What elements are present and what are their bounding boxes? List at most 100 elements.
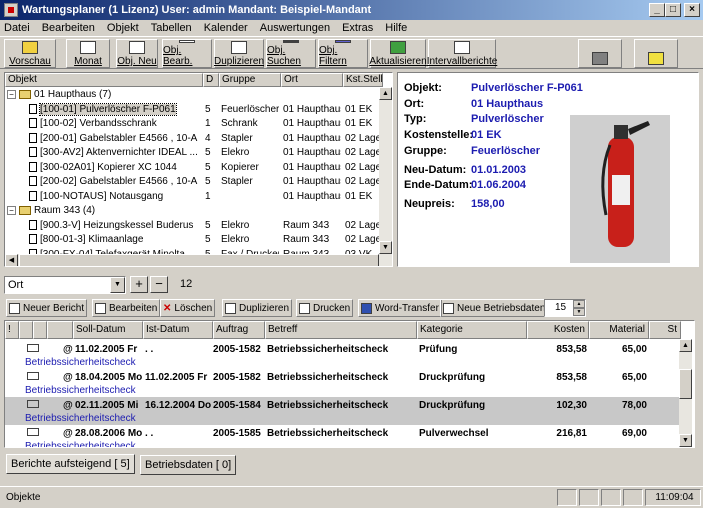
close-button[interactable]: × bbox=[684, 3, 700, 17]
col-header-st[interactable]: St bbox=[649, 321, 681, 339]
collapse-button[interactable]: − bbox=[150, 276, 168, 293]
table-row[interactable]: @11.02.2005 Fr . . 2005-1582 Betriebssicher… bbox=[5, 341, 681, 369]
tree-item[interactable]: [300-AV2] Aktenvernichter IDEAL ... 5 Elek… bbox=[5, 146, 385, 160]
help-button[interactable] bbox=[634, 39, 678, 68]
tab-reports[interactable]: Berichte aufsteigend [ 5] bbox=[6, 454, 135, 474]
tree-item[interactable]: [100-02] Verbandsschrank 1 Schrank 01 Haupt… bbox=[5, 117, 385, 131]
col-header-d[interactable]: D bbox=[203, 73, 219, 87]
expand-button[interactable]: + bbox=[130, 276, 148, 293]
tree-item[interactable]: [100-NOTAUS] Notausgang 1 01 Haupthaus 01 E… bbox=[5, 190, 385, 204]
cell-kosten: 853,58 bbox=[556, 344, 587, 355]
title-bar: Wartungsplaner (1 Lizenz) User: admin Ma… bbox=[0, 0, 703, 20]
preview-button[interactable]: Vorschau bbox=[4, 39, 56, 68]
table-row[interactable]: @02.11.2005 Mi 16.12.2004 Do 2005-1584 Betr… bbox=[5, 397, 681, 425]
chevron-down-icon[interactable]: ▼ bbox=[110, 277, 125, 293]
col-header-kst[interactable]: Kst.Stell bbox=[343, 73, 383, 87]
menu-tabellen[interactable]: Tabellen bbox=[151, 22, 192, 34]
grid-scroll-thumb[interactable] bbox=[679, 369, 692, 399]
menu-auswertungen[interactable]: Auswertungen bbox=[260, 22, 330, 34]
tree-group[interactable]: − 01 Haupthaus (7) bbox=[5, 88, 385, 102]
menu-bearbeiten[interactable]: Bearbeiten bbox=[42, 22, 95, 34]
group-by-combo[interactable]: Ort ▼ bbox=[4, 276, 126, 294]
delete-report-button[interactable]: ✕ Löschen bbox=[160, 299, 216, 317]
document-icon bbox=[29, 219, 37, 230]
scroll-left-icon[interactable]: ◀ bbox=[5, 254, 18, 266]
new-report-button[interactable]: Neuer Bericht bbox=[6, 299, 88, 317]
cell-auftrag: 2005-1585 bbox=[213, 428, 261, 439]
maximize-button[interactable]: □ bbox=[665, 3, 681, 17]
tree-item-gruppe: Elekro bbox=[221, 147, 250, 158]
report-toolbar: Neuer Bericht Bearbeiten ✕ Löschen Dupliz… bbox=[4, 298, 699, 319]
interval-reports-label: Intervallberichte bbox=[426, 56, 498, 67]
col-header-objekt[interactable]: Objekt bbox=[5, 73, 203, 87]
col-header-priority[interactable]: ! bbox=[5, 321, 19, 339]
print-button[interactable]: Drucken bbox=[296, 299, 354, 317]
tree-hscroll-thumb[interactable] bbox=[19, 254, 379, 266]
col-header-kategorie[interactable]: Kategorie bbox=[417, 321, 527, 339]
tree-vscroll[interactable]: ▲ ▼ bbox=[379, 87, 392, 254]
duplicate-report-button[interactable]: Duplizieren bbox=[222, 299, 293, 317]
tree-hscroll[interactable]: ◀ ▶ bbox=[5, 254, 392, 266]
menu-datei[interactable]: Datei bbox=[4, 22, 30, 34]
menu-objekt[interactable]: Objekt bbox=[107, 22, 139, 34]
collapse-icon[interactable]: − bbox=[7, 89, 16, 99]
tree-item[interactable]: [200-01] Gabelstabler E4566 , 10-A 4 Stapl… bbox=[5, 132, 385, 146]
table-row[interactable]: @18.04.2005 Mo 11.02.2005 Fr 2005-1582 Betr… bbox=[5, 369, 681, 397]
new-operating-data-button[interactable]: Neue Betriebsdaten bbox=[440, 299, 549, 317]
search-object-button[interactable]: Obj. Suchen bbox=[266, 39, 316, 68]
col-header-ist[interactable]: Ist-Datum bbox=[143, 321, 213, 339]
new-object-button[interactable]: Obj. Neu bbox=[116, 39, 158, 68]
interval-reports-button[interactable]: Intervallberichte bbox=[426, 39, 498, 68]
col-header-auftrag[interactable]: Auftrag bbox=[213, 321, 265, 339]
scroll-up-icon[interactable]: ▲ bbox=[379, 87, 392, 100]
filter-object-button[interactable]: Obj. Filtern bbox=[318, 39, 368, 68]
col-header-material[interactable]: Material bbox=[589, 321, 649, 339]
tree-item[interactable]: [100-01] Pulverlöscher F-P061 5 Feuerlösch… bbox=[5, 102, 385, 117]
spin-up-icon[interactable]: ▲ bbox=[573, 300, 585, 308]
app-icon bbox=[4, 3, 18, 17]
word-transfer-button[interactable]: Word-Transfer bbox=[358, 299, 442, 317]
collapse-icon[interactable]: − bbox=[7, 205, 16, 215]
cell-kosten: 853,58 bbox=[556, 372, 587, 383]
tab-operating-data[interactable]: Betriebsdaten [ 0] bbox=[140, 455, 237, 475]
cell-kategorie: Prüfung bbox=[419, 344, 458, 355]
tree-item-ort: 01 Haupthaus bbox=[283, 161, 341, 173]
col-header-ort[interactable]: Ort bbox=[281, 73, 343, 87]
col-header-filter-icon[interactable] bbox=[33, 321, 47, 339]
detail-value: 01.01.2003 bbox=[471, 163, 527, 176]
preview-icon bbox=[22, 41, 38, 54]
detail-label: Objekt: bbox=[404, 82, 442, 94]
grid-vscroll[interactable]: ▲ ▼ bbox=[679, 339, 692, 447]
grid-scroll-down-icon[interactable]: ▼ bbox=[679, 434, 692, 447]
tree-item-gruppe: Elekro bbox=[221, 219, 250, 231]
col-header-doc-icon[interactable] bbox=[19, 321, 33, 339]
menu-hilfe[interactable]: Hilfe bbox=[385, 22, 407, 34]
col-header-soll[interactable]: Soll-Datum bbox=[73, 321, 143, 339]
edit-report-button[interactable]: Bearbeiten bbox=[92, 299, 161, 317]
table-row[interactable]: @28.08.2006 Mo. . 2005-1585 Betriebssicher… bbox=[5, 425, 681, 447]
duplicate-button[interactable]: Duplizieren bbox=[214, 39, 264, 68]
detail-label: Typ: bbox=[404, 113, 427, 126]
tools-button[interactable] bbox=[578, 39, 622, 68]
col-header-attachment-icon[interactable] bbox=[47, 321, 73, 339]
col-header-gruppe[interactable]: Gruppe bbox=[219, 73, 281, 87]
minimize-button[interactable]: _ bbox=[649, 3, 665, 17]
tree-item[interactable]: [900.3-V] Heizungskessel Buderus 5 Elekro R… bbox=[5, 219, 385, 233]
menu-kalender[interactable]: Kalender bbox=[204, 22, 248, 34]
filter-icon bbox=[335, 40, 351, 43]
menu-extras[interactable]: Extras bbox=[342, 22, 373, 34]
grid-scroll-up-icon[interactable]: ▲ bbox=[679, 339, 692, 352]
refresh-button[interactable]: Aktualisieren bbox=[369, 39, 427, 68]
spin-down-icon[interactable]: ▼ bbox=[573, 308, 585, 316]
edit-object-button[interactable]: Obj. Bearb. bbox=[162, 39, 212, 68]
tree-item[interactable]: [300-02A01] Kopierer XC 1044 5 Kopierer 01 … bbox=[5, 161, 385, 175]
detail-label: Ende-Datum: bbox=[404, 179, 473, 192]
tree-group[interactable]: − Raum 343 (4) bbox=[5, 204, 385, 218]
tree-item[interactable]: [200-02] Gabelstabler E4566 , 10-A 5 Stapl… bbox=[5, 175, 385, 189]
row-count-spinner[interactable]: 15 ▲ ▼ bbox=[544, 299, 586, 317]
month-button[interactable]: Monat bbox=[66, 39, 110, 68]
tree-item[interactable]: [800-01-3] Klimaanlage 5 Elekro Raum 343 02 … bbox=[5, 233, 385, 247]
col-header-kosten[interactable]: Kosten bbox=[527, 321, 589, 339]
scroll-down-icon[interactable]: ▼ bbox=[379, 241, 392, 254]
col-header-betreff[interactable]: Betreff bbox=[265, 321, 417, 339]
